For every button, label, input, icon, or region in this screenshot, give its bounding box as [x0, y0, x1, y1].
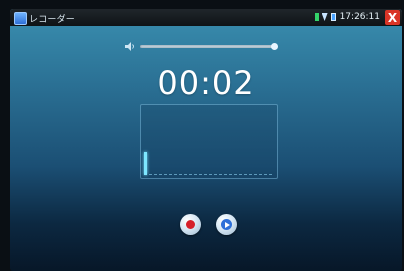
waveform-baseline [149, 174, 273, 175]
playback-controls [180, 214, 237, 235]
app-icon [14, 12, 27, 25]
app-title: レコーダー [29, 15, 76, 25]
signal-icon [314, 13, 319, 21]
volume-slider-handle[interactable] [271, 43, 278, 50]
wifi-icon [321, 13, 328, 21]
play-button[interactable] [216, 214, 237, 235]
input-level-bar [144, 152, 147, 175]
record-icon [186, 220, 195, 229]
volume-slider[interactable] [140, 43, 278, 50]
record-button[interactable] [180, 214, 201, 235]
battery-icon [330, 13, 336, 21]
clock-time: 17:26:11 [339, 12, 380, 22]
play-icon [221, 219, 232, 230]
status-indicators: 17:26:11 [314, 12, 380, 22]
volume-icon [125, 42, 134, 51]
waveform-display [140, 104, 278, 179]
recording-timer: 00:02 [157, 64, 255, 102]
recorder-screen: レコーダー 17:26:11 X 00:02 [10, 9, 402, 271]
status-bar: レコーダー 17:26:11 X [10, 9, 402, 26]
close-button[interactable]: X [385, 10, 400, 25]
